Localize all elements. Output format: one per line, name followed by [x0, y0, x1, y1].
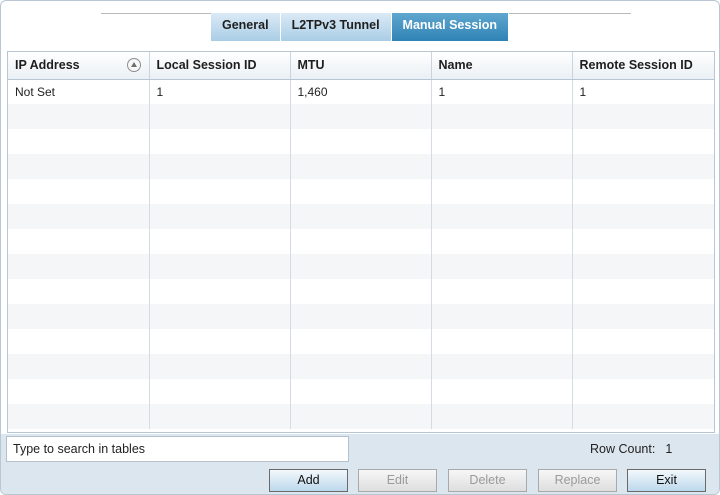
cell-ip-address: Not Set: [8, 79, 150, 104]
column-header-label: Local Session ID: [156, 58, 257, 73]
table-header-row: IP Address Local Session ID MTU Name Rem…: [8, 52, 714, 80]
tab-general[interactable]: General: [211, 13, 281, 41]
cell-local-session-id: 1: [149, 79, 291, 104]
empty-row: [8, 304, 714, 329]
column-header-ip-address[interactable]: IP Address: [8, 52, 150, 80]
empty-row: [8, 379, 714, 404]
sort-ascending-icon[interactable]: [126, 58, 141, 72]
empty-row: [8, 404, 714, 429]
add-button[interactable]: Add: [269, 469, 348, 492]
table-row[interactable]: Not Set 1 1,460 1 1: [8, 79, 714, 104]
delete-button[interactable]: Delete: [448, 469, 527, 492]
column-header-remote-session-id[interactable]: Remote Session ID: [572, 52, 714, 80]
empty-row: [8, 354, 714, 379]
empty-row: [8, 204, 714, 229]
empty-row: [8, 229, 714, 254]
tab-bar: General L2TPv3 Tunnel Manual Session: [211, 13, 510, 41]
column-header-label: MTU: [297, 58, 325, 73]
table-search-input[interactable]: [6, 436, 349, 462]
column-header-local-session-id[interactable]: Local Session ID: [149, 52, 291, 80]
row-count: Row Count: 1: [590, 442, 672, 456]
empty-row: [8, 129, 714, 154]
empty-row: [8, 179, 714, 204]
column-header-mtu[interactable]: MTU: [290, 52, 432, 80]
empty-row: [8, 279, 714, 304]
column-header-label: IP Address: [15, 58, 80, 73]
bottom-bar: Row Count: 1 Add Edit Delete Replace Exit: [1, 434, 719, 494]
empty-row: [8, 254, 714, 279]
cell-remote-session-id: 1: [579, 84, 587, 99]
tab-l2tpv3-tunnel[interactable]: L2TPv3 Tunnel: [280, 13, 392, 41]
edit-button[interactable]: Edit: [358, 469, 437, 492]
column-header-label: Remote Session ID: [579, 58, 693, 73]
column-header-label: Name: [438, 58, 473, 73]
empty-row: [8, 154, 714, 179]
sessions-table: IP Address Local Session ID MTU Name Rem…: [7, 51, 715, 433]
action-buttons: Add Edit Delete Replace Exit: [1, 467, 719, 494]
column-header-name[interactable]: Name: [431, 52, 573, 80]
exit-button[interactable]: Exit: [627, 469, 706, 492]
cell-mtu: 1,460: [290, 79, 432, 104]
cell-name: 1: [431, 79, 573, 104]
tab-manual-session[interactable]: Manual Session: [391, 13, 510, 41]
replace-button[interactable]: Replace: [538, 469, 617, 492]
empty-row: [8, 329, 714, 354]
row-count-value: 1: [665, 442, 673, 456]
empty-row: [8, 104, 714, 129]
row-count-label: Row Count:: [590, 442, 656, 456]
manual-session-dialog: General L2TPv3 Tunnel Manual Session IP …: [0, 0, 720, 495]
